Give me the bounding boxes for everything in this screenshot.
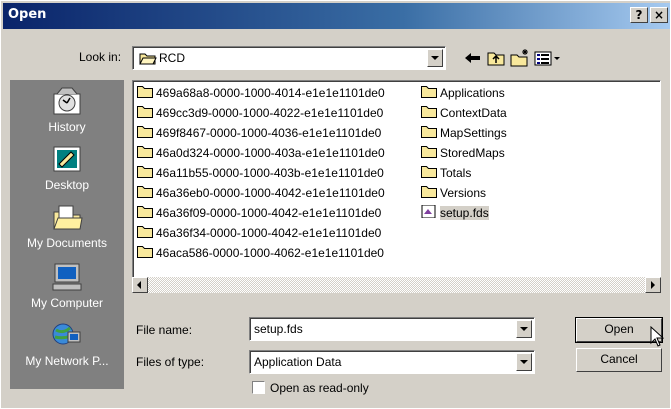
places-my-network[interactable]: My Network P... <box>10 320 124 368</box>
file-list[interactable]: 469a68a8-0000-1000-4014-e1e1e1101de0 469c… <box>132 80 661 293</box>
folder-icon <box>137 206 153 219</box>
folder-name-text: 46a36f34-0000-1000-4042-e1e1e1101de0 <box>156 225 382 240</box>
scroll-right-button[interactable] <box>645 277 661 293</box>
list-item-folder[interactable]: StoredMaps <box>421 143 505 161</box>
folder-name-text: Versions <box>440 185 487 200</box>
folder-icon <box>137 146 153 159</box>
files-of-type-combo[interactable]: Application Data <box>249 350 535 374</box>
folder-open-icon <box>139 53 157 65</box>
folder-name-text: StoredMaps <box>440 145 505 160</box>
list-item-folder[interactable]: 469f8467-0000-1000-4036-e1e1e1101de0 <box>137 123 381 141</box>
list-item-folder[interactable]: 469cc3d9-0000-1000-4022-e1e1e1101de0 <box>137 103 383 121</box>
places-my-documents-label: My Documents <box>26 236 108 250</box>
folder-name-text: 46a11b55-0000-1000-403b-e1e1e1101de0 <box>156 165 384 180</box>
back-icon[interactable] <box>461 47 483 69</box>
folder-name-text: MapSettings <box>440 125 507 140</box>
folder-name-text: ContextData <box>440 105 507 120</box>
chevron-left-icon <box>137 281 141 289</box>
folder-icon <box>421 166 437 179</box>
list-item-folder[interactable]: ContextData <box>421 103 507 121</box>
help-button[interactable]: ? <box>630 7 648 23</box>
places-desktop-label: Desktop <box>44 178 90 192</box>
list-item-folder[interactable]: 46a36eb0-0000-1000-4042-e1e1e1101de0 <box>137 183 385 201</box>
folder-icon <box>421 86 437 99</box>
list-item-folder[interactable]: MapSettings <box>421 123 507 141</box>
folder-icon <box>137 166 153 179</box>
places-my-network-label: My Network P... <box>25 354 109 368</box>
places-history[interactable]: History <box>10 86 124 134</box>
mouse-cursor-icon <box>650 326 664 347</box>
places-bar: History Desktop My Documents My Computer… <box>10 80 124 389</box>
open-dialog: Open ? × Look in: RCD History Desktop My… <box>0 0 671 409</box>
list-item-folder[interactable]: Versions <box>421 183 486 201</box>
list-item-folder[interactable]: 46a36f34-0000-1000-4042-e1e1e1101de0 <box>137 223 381 241</box>
folder-icon <box>137 246 153 259</box>
list-item-folder[interactable]: 46aca586-0000-1000-4062-e1e1e1101de0 <box>137 243 384 261</box>
places-history-label: History <box>48 120 86 134</box>
scroll-left-button[interactable] <box>132 277 148 293</box>
read-only-label[interactable]: Open as read-only <box>270 381 369 395</box>
folder-name-text: 46a36eb0-0000-1000-4042-e1e1e1101de0 <box>156 185 385 200</box>
folder-icon <box>137 186 153 199</box>
look-in-label: Look in: <box>79 50 122 64</box>
folder-name-text: 469a68a8-0000-1000-4014-e1e1e1101de0 <box>156 85 385 100</box>
close-button[interactable]: × <box>650 7 668 23</box>
folder-icon <box>137 106 153 119</box>
list-item-folder[interactable]: Applications <box>421 83 505 101</box>
title-bar[interactable]: Open ? × <box>3 3 670 29</box>
folder-icon <box>137 126 153 139</box>
files-of-type-value: Application Data <box>254 355 342 369</box>
scroll-track[interactable] <box>148 277 645 293</box>
file-name-label: File name: <box>136 323 193 337</box>
chevron-down-icon[interactable] <box>516 320 532 338</box>
new-folder-icon[interactable] <box>509 47 531 69</box>
list-item-folder[interactable]: 46a11b55-0000-1000-403b-e1e1e1101de0 <box>137 163 384 181</box>
list-item-folder[interactable]: 469a68a8-0000-1000-4014-e1e1e1101de0 <box>137 83 385 101</box>
folder-name-text: 469cc3d9-0000-1000-4022-e1e1e1101de0 <box>156 105 384 120</box>
places-my-computer-label: My Computer <box>30 296 104 310</box>
up-folder-icon[interactable] <box>485 47 507 69</box>
folder-icon <box>421 126 437 139</box>
my-documents-icon <box>53 205 83 230</box>
folder-name-text: 469f8467-0000-1000-4036-e1e1e1101de0 <box>156 125 382 140</box>
cancel-button[interactable]: Cancel <box>576 348 662 372</box>
network-places-icon <box>52 323 81 345</box>
my-computer-icon <box>52 263 82 291</box>
folder-name-text: 46a0d324-0000-1000-403a-e1e1e1101de0 <box>156 145 385 160</box>
list-item-folder[interactable]: 46a36f09-0000-1000-4042-e1e1e1101de0 <box>137 203 381 221</box>
chevron-right-icon <box>651 281 655 289</box>
window-title: Open <box>8 7 47 22</box>
folder-name-text: 46a36f09-0000-1000-4042-e1e1e1101de0 <box>156 205 382 220</box>
folder-icon <box>421 106 437 119</box>
chevron-down-icon[interactable] <box>427 49 443 67</box>
look-in-combo[interactable]: RCD <box>132 46 446 70</box>
horizontal-scrollbar[interactable] <box>132 277 661 293</box>
folder-icon <box>137 86 153 99</box>
folder-icon <box>421 146 437 159</box>
history-icon <box>53 87 81 115</box>
look-in-value: RCD <box>159 51 185 65</box>
chevron-down-icon[interactable] <box>516 353 532 371</box>
places-my-documents[interactable]: My Documents <box>10 202 124 250</box>
file-name-input[interactable]: setup.fds <box>254 322 303 336</box>
file-name-combo[interactable]: setup.fds <box>249 317 535 341</box>
list-item-file[interactable]: setup.fds <box>421 203 489 221</box>
list-item-folder[interactable]: Totals <box>421 163 471 181</box>
desktop-icon <box>53 146 81 172</box>
folder-name-text: Totals <box>440 165 472 180</box>
folder-name-text: Applications <box>440 85 505 100</box>
file-icon <box>421 205 436 219</box>
read-only-checkbox[interactable] <box>252 381 265 394</box>
view-menu-icon[interactable] <box>533 47 563 69</box>
list-item-folder[interactable]: 46a0d324-0000-1000-403a-e1e1e1101de0 <box>137 143 385 161</box>
places-my-computer[interactable]: My Computer <box>10 262 124 310</box>
places-desktop[interactable]: Desktop <box>10 144 124 192</box>
folder-icon <box>137 226 153 239</box>
file-name-text: setup.fds <box>440 205 489 220</box>
folder-name-text: 46aca586-0000-1000-4062-e1e1e1101de0 <box>156 245 384 260</box>
folder-icon <box>421 186 437 199</box>
files-of-type-label: Files of type: <box>136 355 205 369</box>
